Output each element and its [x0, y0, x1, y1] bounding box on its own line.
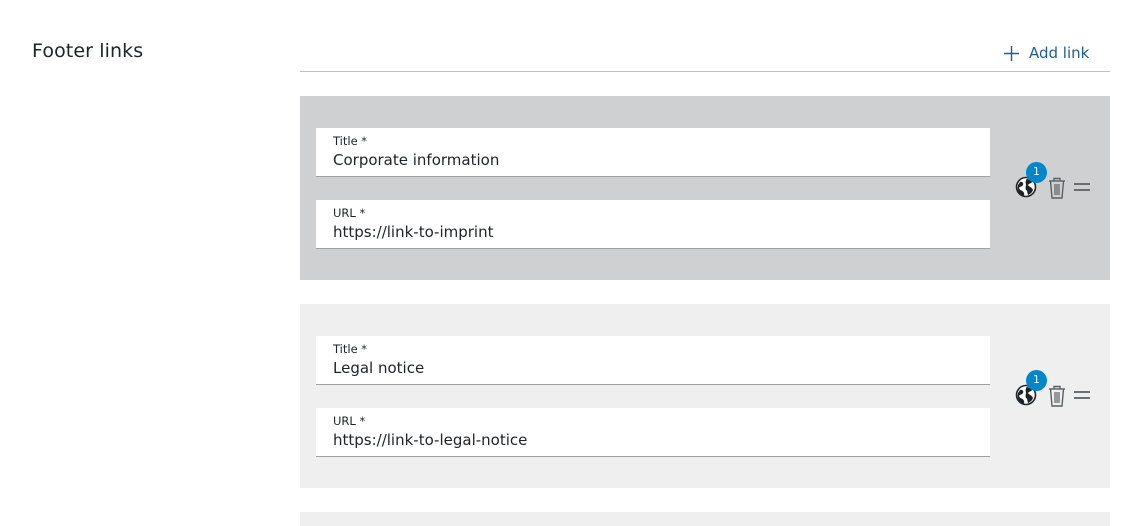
url-value: https://link-to-legal-notice: [333, 431, 528, 449]
url-label: URL *: [333, 206, 366, 220]
title-value: Corporate information: [333, 151, 500, 169]
link-card: [300, 512, 1110, 526]
section-title: Footer links: [32, 40, 144, 62]
title-label: Title *: [333, 134, 368, 148]
link-card: Title * Corporate information URL * http…: [300, 96, 1110, 280]
title-field[interactable]: Title * Legal notice: [316, 336, 990, 385]
translations-badge: 1: [1026, 370, 1047, 391]
title-field[interactable]: Title * Corporate information: [316, 128, 990, 177]
link-actions: 1: [1014, 370, 1094, 411]
link-actions: 1: [1014, 162, 1094, 203]
url-field[interactable]: URL * https://link-to-legal-notice: [316, 408, 990, 457]
title-value: Legal notice: [333, 359, 425, 377]
url-label: URL *: [333, 414, 366, 428]
url-value: https://link-to-imprint: [333, 223, 494, 241]
title-label: Title *: [333, 342, 368, 356]
trash-icon[interactable]: [1047, 384, 1067, 408]
link-card: Title * Legal notice URL * https://link-…: [300, 304, 1110, 488]
url-field[interactable]: URL * https://link-to-imprint: [316, 200, 990, 249]
plus-icon: [1004, 45, 1019, 61]
add-link-button[interactable]: Add link: [1003, 44, 1089, 62]
add-link-label: Add link: [1029, 44, 1090, 62]
drag-handle-icon[interactable]: [1072, 181, 1092, 193]
drag-handle-icon[interactable]: [1072, 389, 1092, 401]
translations-badge: 1: [1026, 162, 1047, 183]
trash-icon[interactable]: [1047, 176, 1067, 200]
footer-links-page: Footer links Add link Title * Corporate …: [0, 0, 1133, 526]
divider: [300, 71, 1110, 72]
